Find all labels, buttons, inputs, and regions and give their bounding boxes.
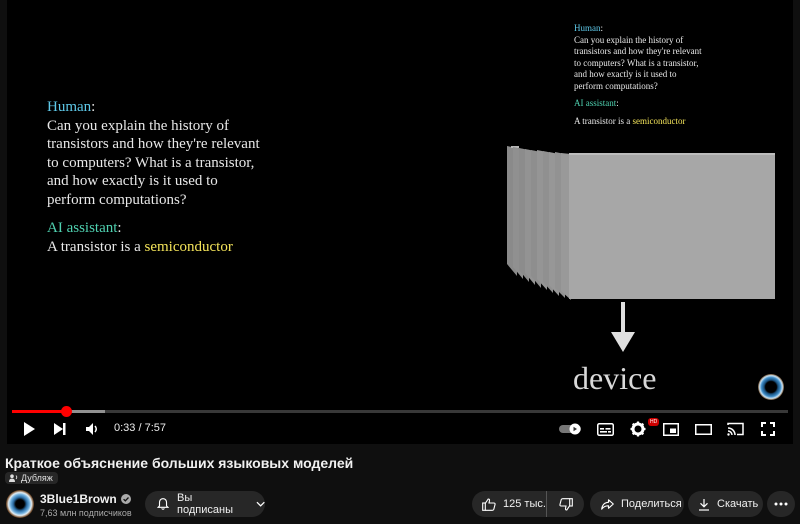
down-arrow-shaft [621, 302, 625, 334]
volume-icon [86, 423, 97, 435]
ai-label: AI assistant [47, 220, 118, 236]
next-icon [54, 423, 66, 435]
human-question-line-small: and how exactly is it used to [574, 69, 677, 79]
verified-icon [120, 494, 131, 504]
channel-name-row[interactable]: 3Blue1Brown [40, 492, 131, 506]
dialog-small: Human: Can you explain the history of tr… [574, 23, 702, 127]
progress-played [12, 410, 66, 413]
chevron-down-icon [256, 501, 265, 507]
ai-answer-highlight-small: semiconductor [632, 115, 686, 126]
next-button[interactable] [53, 419, 67, 439]
thumbs-up-icon [482, 497, 496, 511]
ai-answer-small: A transistor is a semiconductor [574, 116, 702, 128]
subscriber-count: 7,63 млн подписчиков [40, 508, 132, 518]
ai-label-small: AI assistant [574, 98, 617, 108]
settings-button[interactable] [630, 419, 646, 439]
thumbs-down-icon [558, 497, 573, 511]
share-icon [601, 498, 614, 510]
share-label: Поделиться [621, 498, 682, 510]
ai-answer-prefix: A transistor is a [47, 238, 145, 255]
channel-name[interactable]: 3Blue1Brown [40, 492, 117, 506]
autoplay-toggle[interactable] [559, 419, 583, 439]
ai-answer-prefix-small: A transistor is a [574, 115, 633, 126]
autoplay-toggle-icon [559, 423, 581, 435]
play-button[interactable] [22, 419, 36, 439]
human-question-line: transistors and how they're relevant [47, 136, 260, 152]
human-question-line: and how exactly is it used to [47, 173, 218, 189]
miniplayer-button[interactable] [663, 419, 679, 439]
device-label: device [573, 360, 657, 396]
cast-icon [727, 422, 744, 436]
subscribed-label: Вы подписаны [177, 492, 233, 516]
dub-label: Дубляж [21, 473, 53, 483]
share-button[interactable]: Поделиться [590, 491, 684, 517]
play-icon [24, 422, 35, 436]
download-button[interactable]: Скачать [688, 491, 763, 517]
volume-button[interactable] [85, 419, 101, 439]
like-count: 125 тыс. [503, 498, 546, 510]
human-question-line: to computers? What is a transistor, [47, 154, 255, 171]
progress-bar[interactable] [12, 406, 788, 417]
ai-line: AI assistant: [47, 220, 122, 236]
ai-answer: A transistor is a semiconductor [47, 238, 260, 257]
bell-icon [157, 498, 170, 510]
human-line-small: Human: [574, 23, 604, 33]
human-question-line-small: Can you explain the history of [574, 34, 684, 45]
ai-answer-highlight: semiconductor [144, 238, 233, 255]
human-label-small: Human [574, 23, 601, 33]
human-line: Human: [47, 99, 96, 115]
ai-line-small: AI assistant: [574, 98, 619, 108]
human-label: Human [47, 99, 92, 115]
dialog-main: Human: Can you explain the history of tr… [47, 98, 260, 256]
quality-badge: HD [648, 418, 660, 426]
like-dislike-group: 125 тыс. [472, 491, 584, 517]
subtitles-button[interactable] [597, 419, 614, 439]
dub-person-icon [9, 474, 18, 482]
theater-mode-button[interactable] [695, 419, 712, 439]
time-display: 0:33 / 7:57 [114, 422, 166, 434]
fullscreen-button[interactable] [761, 419, 775, 439]
subscribed-button[interactable]: Вы подписаны [145, 491, 265, 517]
human-question-line-small: to computers? What is a transistor, [574, 57, 699, 68]
download-icon [699, 498, 709, 511]
subtitles-icon [597, 422, 614, 436]
fullscreen-icon [761, 422, 775, 436]
cast-button[interactable] [727, 419, 744, 439]
progress-scrubber[interactable] [60, 406, 72, 417]
channel-avatar[interactable] [6, 490, 34, 518]
dislike-button[interactable] [547, 491, 584, 517]
more-actions-button[interactable] [767, 491, 795, 517]
theater-icon [695, 423, 712, 435]
human-question-line: Can you explain the history of [47, 117, 230, 134]
download-label: Скачать [717, 498, 759, 510]
miniplayer-icon [663, 422, 679, 436]
down-arrow-head [611, 332, 635, 352]
more-horizontal-icon [774, 502, 788, 506]
like-button[interactable]: 125 тыс. [472, 491, 547, 517]
human-question-line: perform computations? [47, 191, 187, 208]
channel-watermark-icon[interactable] [758, 374, 784, 400]
video-title: Краткое объяснение больших языковых моде… [5, 455, 354, 471]
gear-icon [630, 421, 646, 437]
video-player[interactable]: Human: Can you explain the history of tr… [7, 0, 793, 444]
layer-stack-graphic [507, 146, 775, 300]
layer-stack [507, 146, 775, 300]
human-question-line-small: perform computations? [574, 80, 658, 91]
human-question-line-small: transistors and how they're relevant [574, 46, 702, 56]
dub-badge[interactable]: Дубляж [5, 472, 58, 484]
